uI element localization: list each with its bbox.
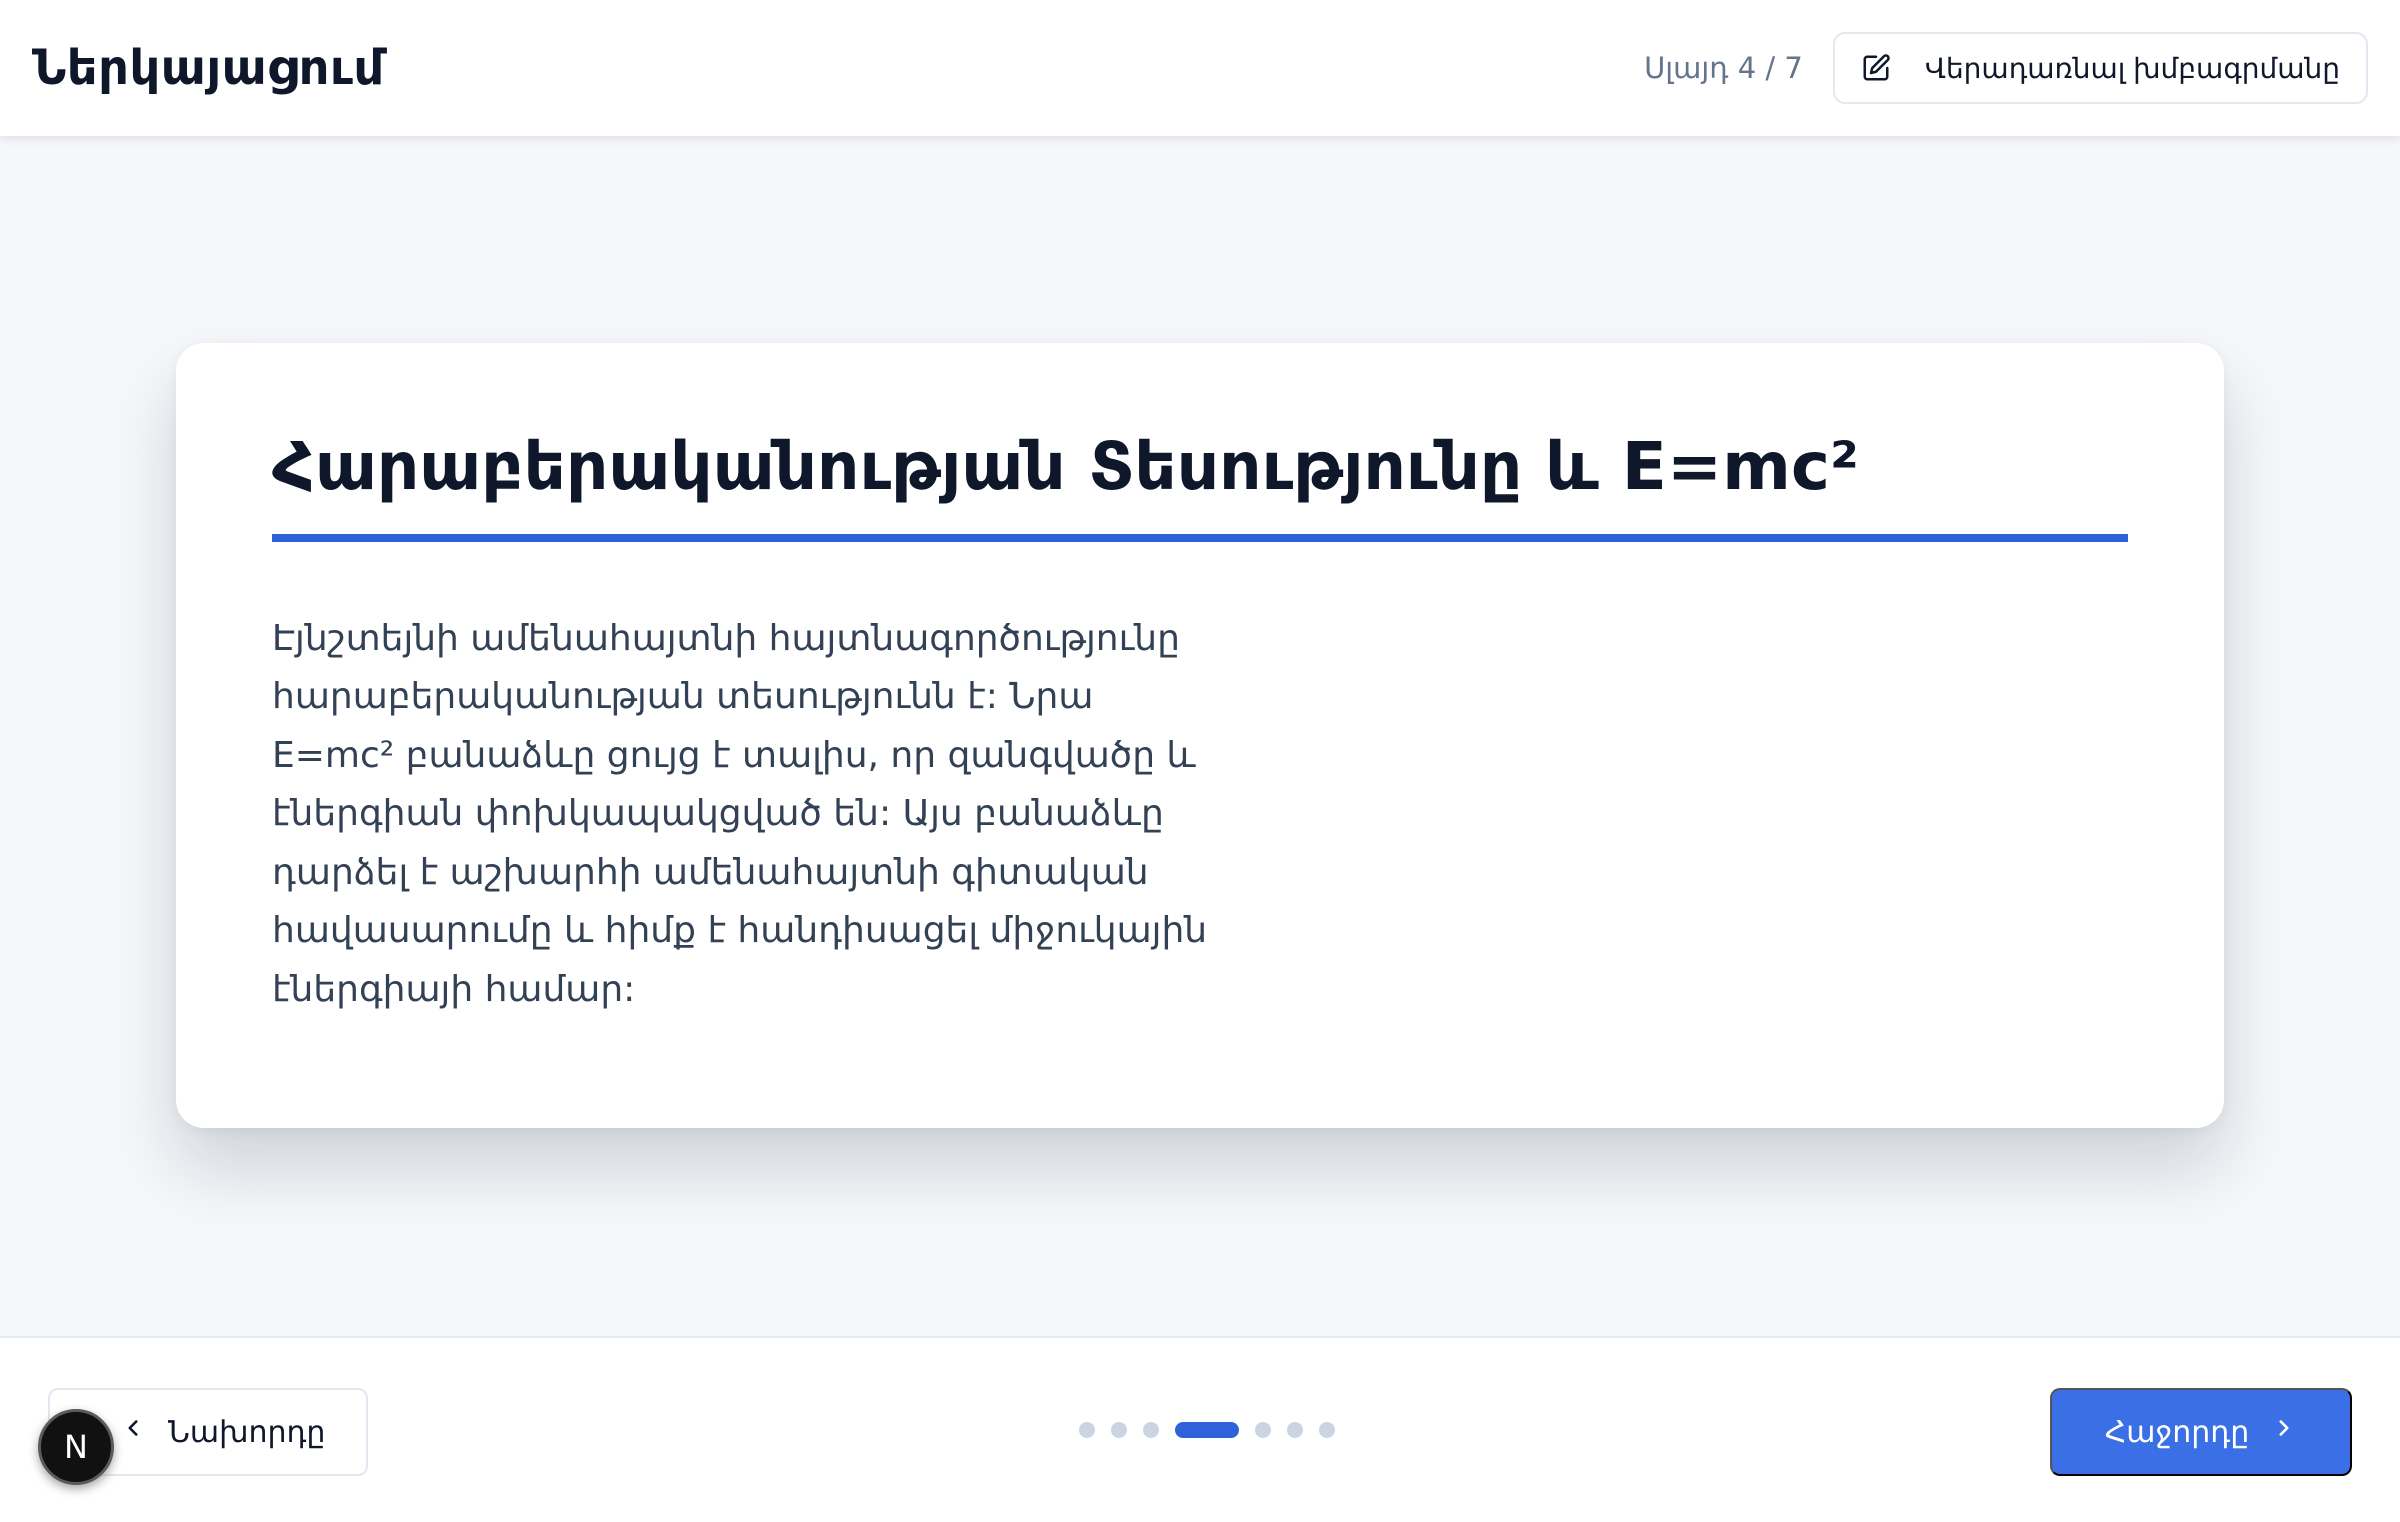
slide-progress-dots bbox=[1079, 1422, 1335, 1438]
next-slide-label: Հաջորդը bbox=[2104, 1415, 2250, 1449]
slide-dot-7[interactable] bbox=[1319, 1422, 1335, 1438]
slide-dot-6[interactable] bbox=[1287, 1422, 1303, 1438]
app-title: Ներկայացում bbox=[32, 40, 385, 96]
slide-dot-2[interactable] bbox=[1111, 1422, 1127, 1438]
slide-dot-5[interactable] bbox=[1255, 1422, 1271, 1438]
chevron-right-icon bbox=[2271, 1415, 2297, 1449]
header-actions: Սլայդ 4 / 7 Վերադառնալ խմբագրմանը bbox=[1644, 32, 2368, 104]
previous-slide-label: Նախորդը bbox=[168, 1415, 326, 1449]
slide-card: Հարաբերականության Տեսությունը և E=mc² Էյ… bbox=[176, 343, 2224, 1128]
slide-dot-3[interactable] bbox=[1143, 1422, 1159, 1438]
back-to-edit-label: Վերադառնալ խմբագրմանը bbox=[1924, 52, 2340, 84]
back-to-edit-button[interactable]: Վերադառնալ խմբագրմանը bbox=[1832, 32, 2368, 104]
n-logo-badge[interactable]: N bbox=[38, 1409, 114, 1485]
slide-title: Հարաբերականության Տեսությունը և E=mc² bbox=[272, 430, 2128, 542]
navigation-footer: Նախորդը Հաջորդը bbox=[0, 1336, 2400, 1522]
page-indicator: Սլայդ 4 / 7 bbox=[1644, 51, 1803, 85]
edit-icon bbox=[1861, 53, 1891, 83]
slide-dot-4[interactable] bbox=[1175, 1422, 1239, 1438]
chevron-left-icon bbox=[120, 1415, 146, 1449]
next-slide-button[interactable]: Հաջորդը bbox=[2050, 1388, 2352, 1476]
slide-dot-1[interactable] bbox=[1079, 1422, 1095, 1438]
top-header: Ներկայացում Սլայդ 4 / 7 Վերադառնալ խմբագ… bbox=[0, 0, 2400, 136]
slide-body-text: Էյնշտեյնի ամենահայտնի հայտնագործությունը… bbox=[272, 617, 1208, 1010]
